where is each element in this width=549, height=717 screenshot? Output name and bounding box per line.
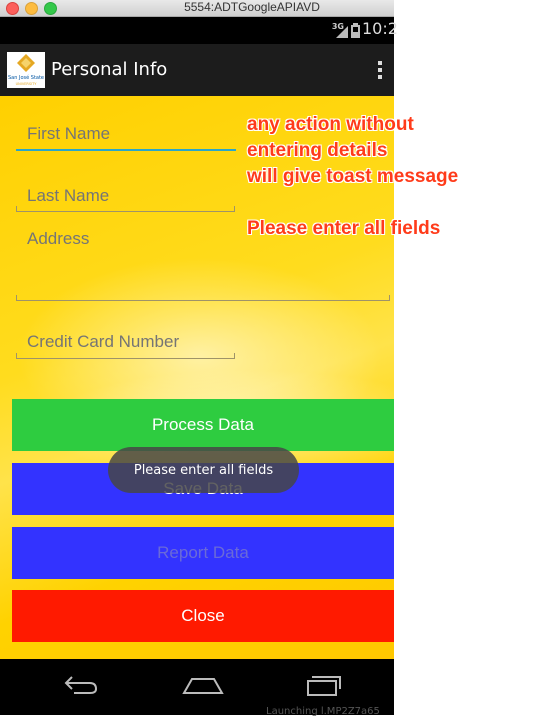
overflow-menu-icon[interactable] bbox=[377, 59, 383, 81]
annotation-line: entering details bbox=[247, 140, 388, 161]
home-icon[interactable] bbox=[182, 673, 224, 697]
app-logo[interactable]: San José State UNIVERSITY bbox=[7, 52, 45, 88]
window-titlebar: 5554:ADTGoogleAPIAVD bbox=[0, 0, 394, 17]
action-bar: San José State UNIVERSITY Personal Info bbox=[0, 44, 394, 96]
annotation-note: any action without entering details will… bbox=[247, 112, 458, 242]
svg-text:UNIVERSITY: UNIVERSITY bbox=[16, 82, 38, 86]
page-title: Personal Info bbox=[51, 59, 168, 80]
last-name-input[interactable] bbox=[25, 185, 239, 207]
signal-icon bbox=[336, 26, 348, 38]
toast-message: Please enter all fields bbox=[108, 447, 299, 493]
svg-text:San José State: San José State bbox=[8, 74, 44, 81]
last-name-underline bbox=[16, 211, 235, 212]
back-icon[interactable] bbox=[62, 673, 100, 697]
annotation-line: any action without bbox=[247, 114, 414, 135]
close-button[interactable]: Close bbox=[12, 590, 394, 642]
credit-card-underline bbox=[16, 358, 235, 359]
address-underline bbox=[16, 300, 390, 301]
annotation-toast-text: Please enter all fields bbox=[247, 218, 441, 239]
sjsu-logo-icon: San José State UNIVERSITY bbox=[8, 54, 44, 86]
first-name-underline bbox=[16, 149, 236, 151]
first-name-input[interactable] bbox=[25, 123, 239, 145]
credit-card-input[interactable] bbox=[25, 331, 239, 353]
process-data-button[interactable]: Process Data bbox=[12, 399, 394, 451]
battery-icon bbox=[351, 23, 360, 38]
status-bar: 3G 10:2 bbox=[0, 17, 398, 44]
status-time: 10:2 bbox=[362, 19, 398, 38]
recent-apps-icon[interactable] bbox=[304, 673, 344, 697]
background-terminal-text: Launching l.MP2Z7a65 bbox=[266, 706, 380, 717]
report-data-button[interactable]: Report Data bbox=[12, 527, 394, 579]
window-title: 5554:ADTGoogleAPIAVD bbox=[184, 0, 320, 14]
annotation-line: will give toast message bbox=[247, 166, 459, 187]
